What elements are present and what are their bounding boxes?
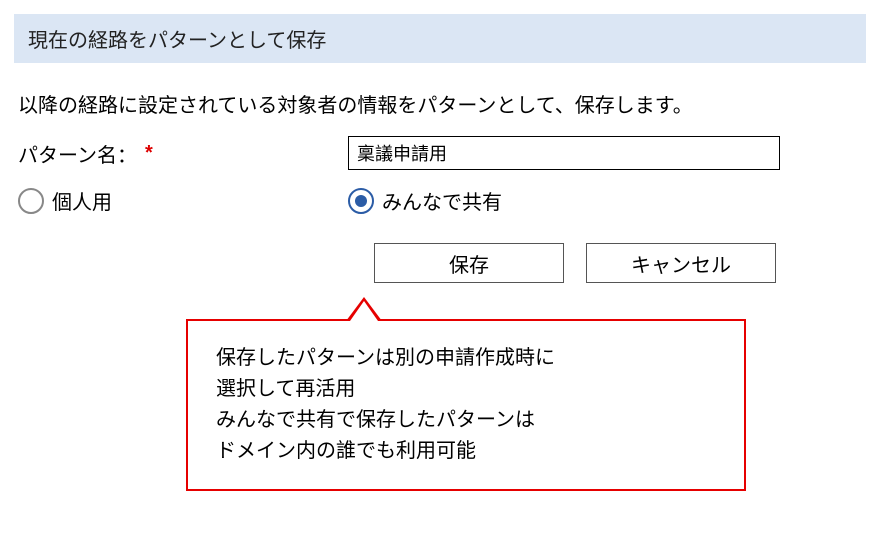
pattern-name-input[interactable] [348,136,780,170]
callout: 保存したパターンは別の申請作成時に 選択して再活用 みんなで共有で保存したパター… [186,319,746,491]
button-row: 保存 キャンセル [374,243,880,283]
radio-icon [18,188,44,214]
radio-dot-icon [355,195,367,207]
section-header: 現在の経路をパターンとして保存 [14,14,866,63]
radio-personal-label: 個人用 [52,186,112,215]
pattern-name-label: パターン名： [18,139,137,168]
radio-shared[interactable]: みんなで共有 [348,186,502,215]
pattern-name-row: パターン名： * [18,136,862,170]
callout-line: ドメイン内の誰でも利用可能 [216,436,716,467]
callout-box: 保存したパターンは別の申請作成時に 選択して再活用 みんなで共有で保存したパター… [186,319,746,491]
required-mark: * [145,142,153,165]
section-header-title: 現在の経路をパターンとして保存 [28,30,326,52]
radio-shared-label: みんなで共有 [382,186,502,215]
cancel-button[interactable]: キャンセル [586,243,776,283]
save-button-label: 保存 [449,249,489,278]
save-button[interactable]: 保存 [374,243,564,283]
pattern-name-label-col: パターン名： * [18,139,348,168]
radio-icon [348,188,374,214]
scope-radio-row: 個人用 みんなで共有 [18,186,862,215]
callout-line: 選択して再活用 [216,374,716,405]
cancel-button-label: キャンセル [631,249,731,278]
callout-line: みんなで共有で保存したパターンは [216,405,716,436]
callout-tail-icon [346,297,382,321]
radio-personal-col: 個人用 [18,186,348,215]
description-text: 以降の経路に設定されている対象者の情報をパターンとして、保存します。 [18,89,862,118]
radio-personal[interactable]: 個人用 [18,186,112,215]
callout-line: 保存したパターンは別の申請作成時に [216,343,716,374]
